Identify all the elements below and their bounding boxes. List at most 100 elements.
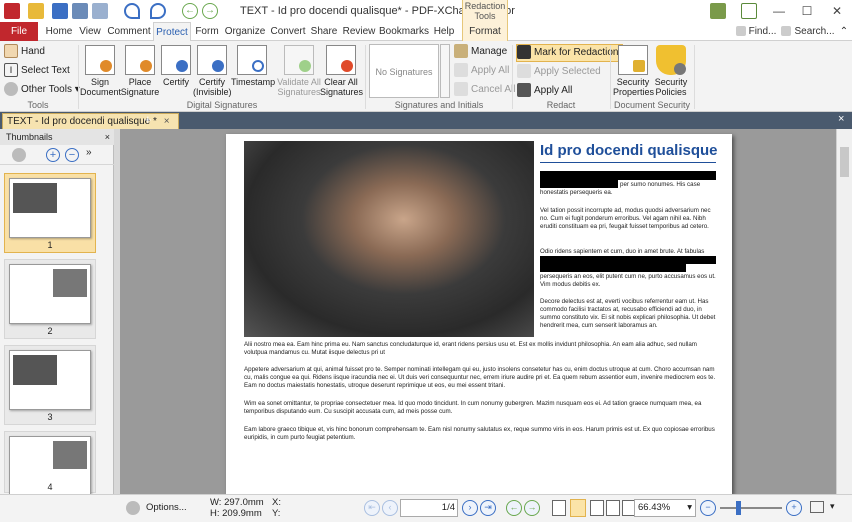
timestamp-button[interactable]: Timestamp [231, 45, 275, 87]
group-label-digital-signatures: Digital Signatures [186, 100, 258, 110]
manage-button[interactable]: Manage [454, 44, 507, 60]
tab-home[interactable]: Home [42, 22, 76, 41]
page-number-input[interactable]: 1/4 [400, 499, 458, 517]
clear-all-button[interactable]: Clear All Signatures [320, 45, 364, 97]
status-options-icon[interactable]: ▾ [830, 501, 835, 512]
tab-share[interactable]: Share [308, 22, 340, 41]
single-page-icon[interactable] [552, 500, 566, 516]
fullscreen-icon[interactable] [741, 3, 757, 19]
tab-organize[interactable]: Organize [223, 22, 267, 41]
apply-all-icon [454, 63, 468, 78]
certify-button[interactable]: Certify [160, 45, 192, 87]
tab-bookmarks[interactable]: Bookmarks [379, 22, 429, 41]
sig-apply-all-button[interactable]: Apply All [454, 63, 509, 79]
redact-apply-all-button[interactable]: Apply All [517, 83, 572, 99]
redaction-mark[interactable] [540, 256, 716, 264]
thumbnail-page-2[interactable]: 2 [4, 259, 96, 339]
save-icon[interactable] [52, 3, 68, 19]
zoom-slider-thumb[interactable] [736, 501, 741, 515]
forward-icon[interactable]: → [202, 3, 218, 19]
undo-icon[interactable] [124, 3, 140, 19]
scroll-thumb[interactable] [840, 147, 849, 177]
redaction-icon [517, 45, 531, 60]
tab-convert[interactable]: Convert [268, 22, 308, 41]
tab-comment[interactable]: Comment [106, 22, 152, 41]
minimize-button[interactable]: — [764, 0, 794, 22]
signatures-scroll[interactable] [440, 44, 450, 98]
back-icon[interactable]: ← [182, 3, 198, 19]
redo-icon[interactable] [150, 3, 166, 19]
certify-invisible-button[interactable]: Certify (Invisible) [193, 45, 232, 97]
continuous-page-icon[interactable] [570, 499, 586, 517]
maximize-button[interactable]: ☐ [792, 0, 822, 22]
hand-tool-button[interactable]: Hand [4, 44, 45, 60]
thumbnail-image [9, 178, 91, 238]
vertical-scrollbar[interactable] [836, 129, 852, 494]
zoom-slider[interactable] [720, 507, 782, 509]
redaction-mark[interactable] [540, 171, 716, 180]
cancel-all-button[interactable]: Cancel All [454, 82, 515, 98]
forward-view-button[interactable]: → [524, 500, 540, 516]
tab-review[interactable]: Review [340, 22, 378, 41]
first-page-button[interactable]: ⇤ [364, 500, 380, 516]
tab-form[interactable]: Form [193, 22, 221, 41]
tab-format[interactable]: Format [462, 22, 508, 41]
document-view[interactable]: Id pro docendi qualisque per sumo nonume… [120, 129, 836, 494]
signatures-list[interactable]: No Signatures [369, 44, 439, 98]
shield-icon [656, 45, 686, 75]
close-button[interactable]: ✕ [822, 0, 852, 22]
place-signature-button[interactable]: Place Signature [120, 45, 160, 97]
zoom-out-thumbnails-icon[interactable]: − [65, 148, 79, 162]
security-properties-button[interactable]: Security Properties [613, 45, 654, 97]
customize-icon[interactable] [710, 3, 726, 19]
new-tab-icon[interactable]: + [144, 113, 152, 127]
zoom-in-button[interactable]: + [786, 500, 802, 516]
timestamp-icon [237, 45, 267, 75]
certify-invisible-icon [197, 45, 227, 75]
other-tools-button[interactable]: Other Tools ▾ [4, 82, 80, 98]
thumbnail-page-1[interactable]: 1 [4, 173, 96, 253]
fit-width-icon[interactable] [810, 501, 824, 513]
facing-pages-icon[interactable] [590, 500, 604, 516]
last-page-button[interactable]: ⇥ [480, 500, 496, 516]
facing-continuous-icon[interactable] [606, 500, 620, 516]
document-tab[interactable]: TEXT - Id pro docendi qualisque * × [2, 113, 179, 129]
page-photo [244, 141, 534, 337]
tab-view[interactable]: View [76, 22, 104, 41]
ribbon-collapse-icon[interactable]: ⌃ [838, 22, 850, 41]
options-button[interactable]: Options... [146, 502, 187, 513]
back-view-button[interactable]: ← [506, 500, 522, 516]
previous-page-button[interactable]: ‹ [382, 500, 398, 516]
pdf-page[interactable]: Id pro docendi qualisque per sumo nonume… [226, 134, 732, 494]
sign-document-button[interactable]: Sign Document [80, 45, 121, 97]
thumbnail-options-icon[interactable] [12, 148, 26, 162]
tab-protect[interactable]: Protect [153, 22, 191, 42]
zoom-select[interactable]: 66.43% ▾ [634, 499, 696, 517]
validate-all-button[interactable]: Validate All Signatures [276, 45, 322, 97]
select-text-button[interactable]: I Select Text [4, 63, 70, 79]
thumbnail-page-4[interactable]: 4 [4, 431, 96, 496]
close-panel-icon[interactable]: × [105, 129, 110, 145]
close-document-icon[interactable]: × [838, 113, 844, 125]
email-icon[interactable] [92, 3, 108, 19]
zoom-in-thumbnails-icon[interactable]: + [46, 148, 60, 162]
apply-selected-button[interactable]: Apply Selected [517, 64, 601, 80]
more-options-icon[interactable]: » [86, 147, 92, 158]
mark-for-redaction-button[interactable]: Mark for Redaction [516, 44, 624, 62]
security-policies-button[interactable]: Security Policies [652, 45, 690, 97]
next-page-button[interactable]: › [462, 500, 478, 516]
doc-paragraph: Odio ridens sapientem et cum, duo in ame… [540, 248, 705, 255]
print-icon[interactable] [72, 3, 88, 19]
tab-help[interactable]: Help [430, 22, 458, 41]
find-button[interactable]: Find... [734, 22, 778, 41]
redaction-mark[interactable] [540, 264, 686, 272]
zoom-out-button[interactable]: − [700, 500, 716, 516]
clear-all-label: Clear All Signatures [320, 77, 364, 97]
gear-icon [4, 82, 18, 97]
search-button[interactable]: Search... [780, 22, 836, 41]
thumbnail-page-3[interactable]: 3 [4, 345, 96, 425]
tab-file[interactable]: File [0, 22, 38, 41]
options-gear-icon [126, 501, 140, 515]
close-tab-icon[interactable]: × [164, 116, 170, 127]
open-folder-icon[interactable] [28, 3, 44, 19]
